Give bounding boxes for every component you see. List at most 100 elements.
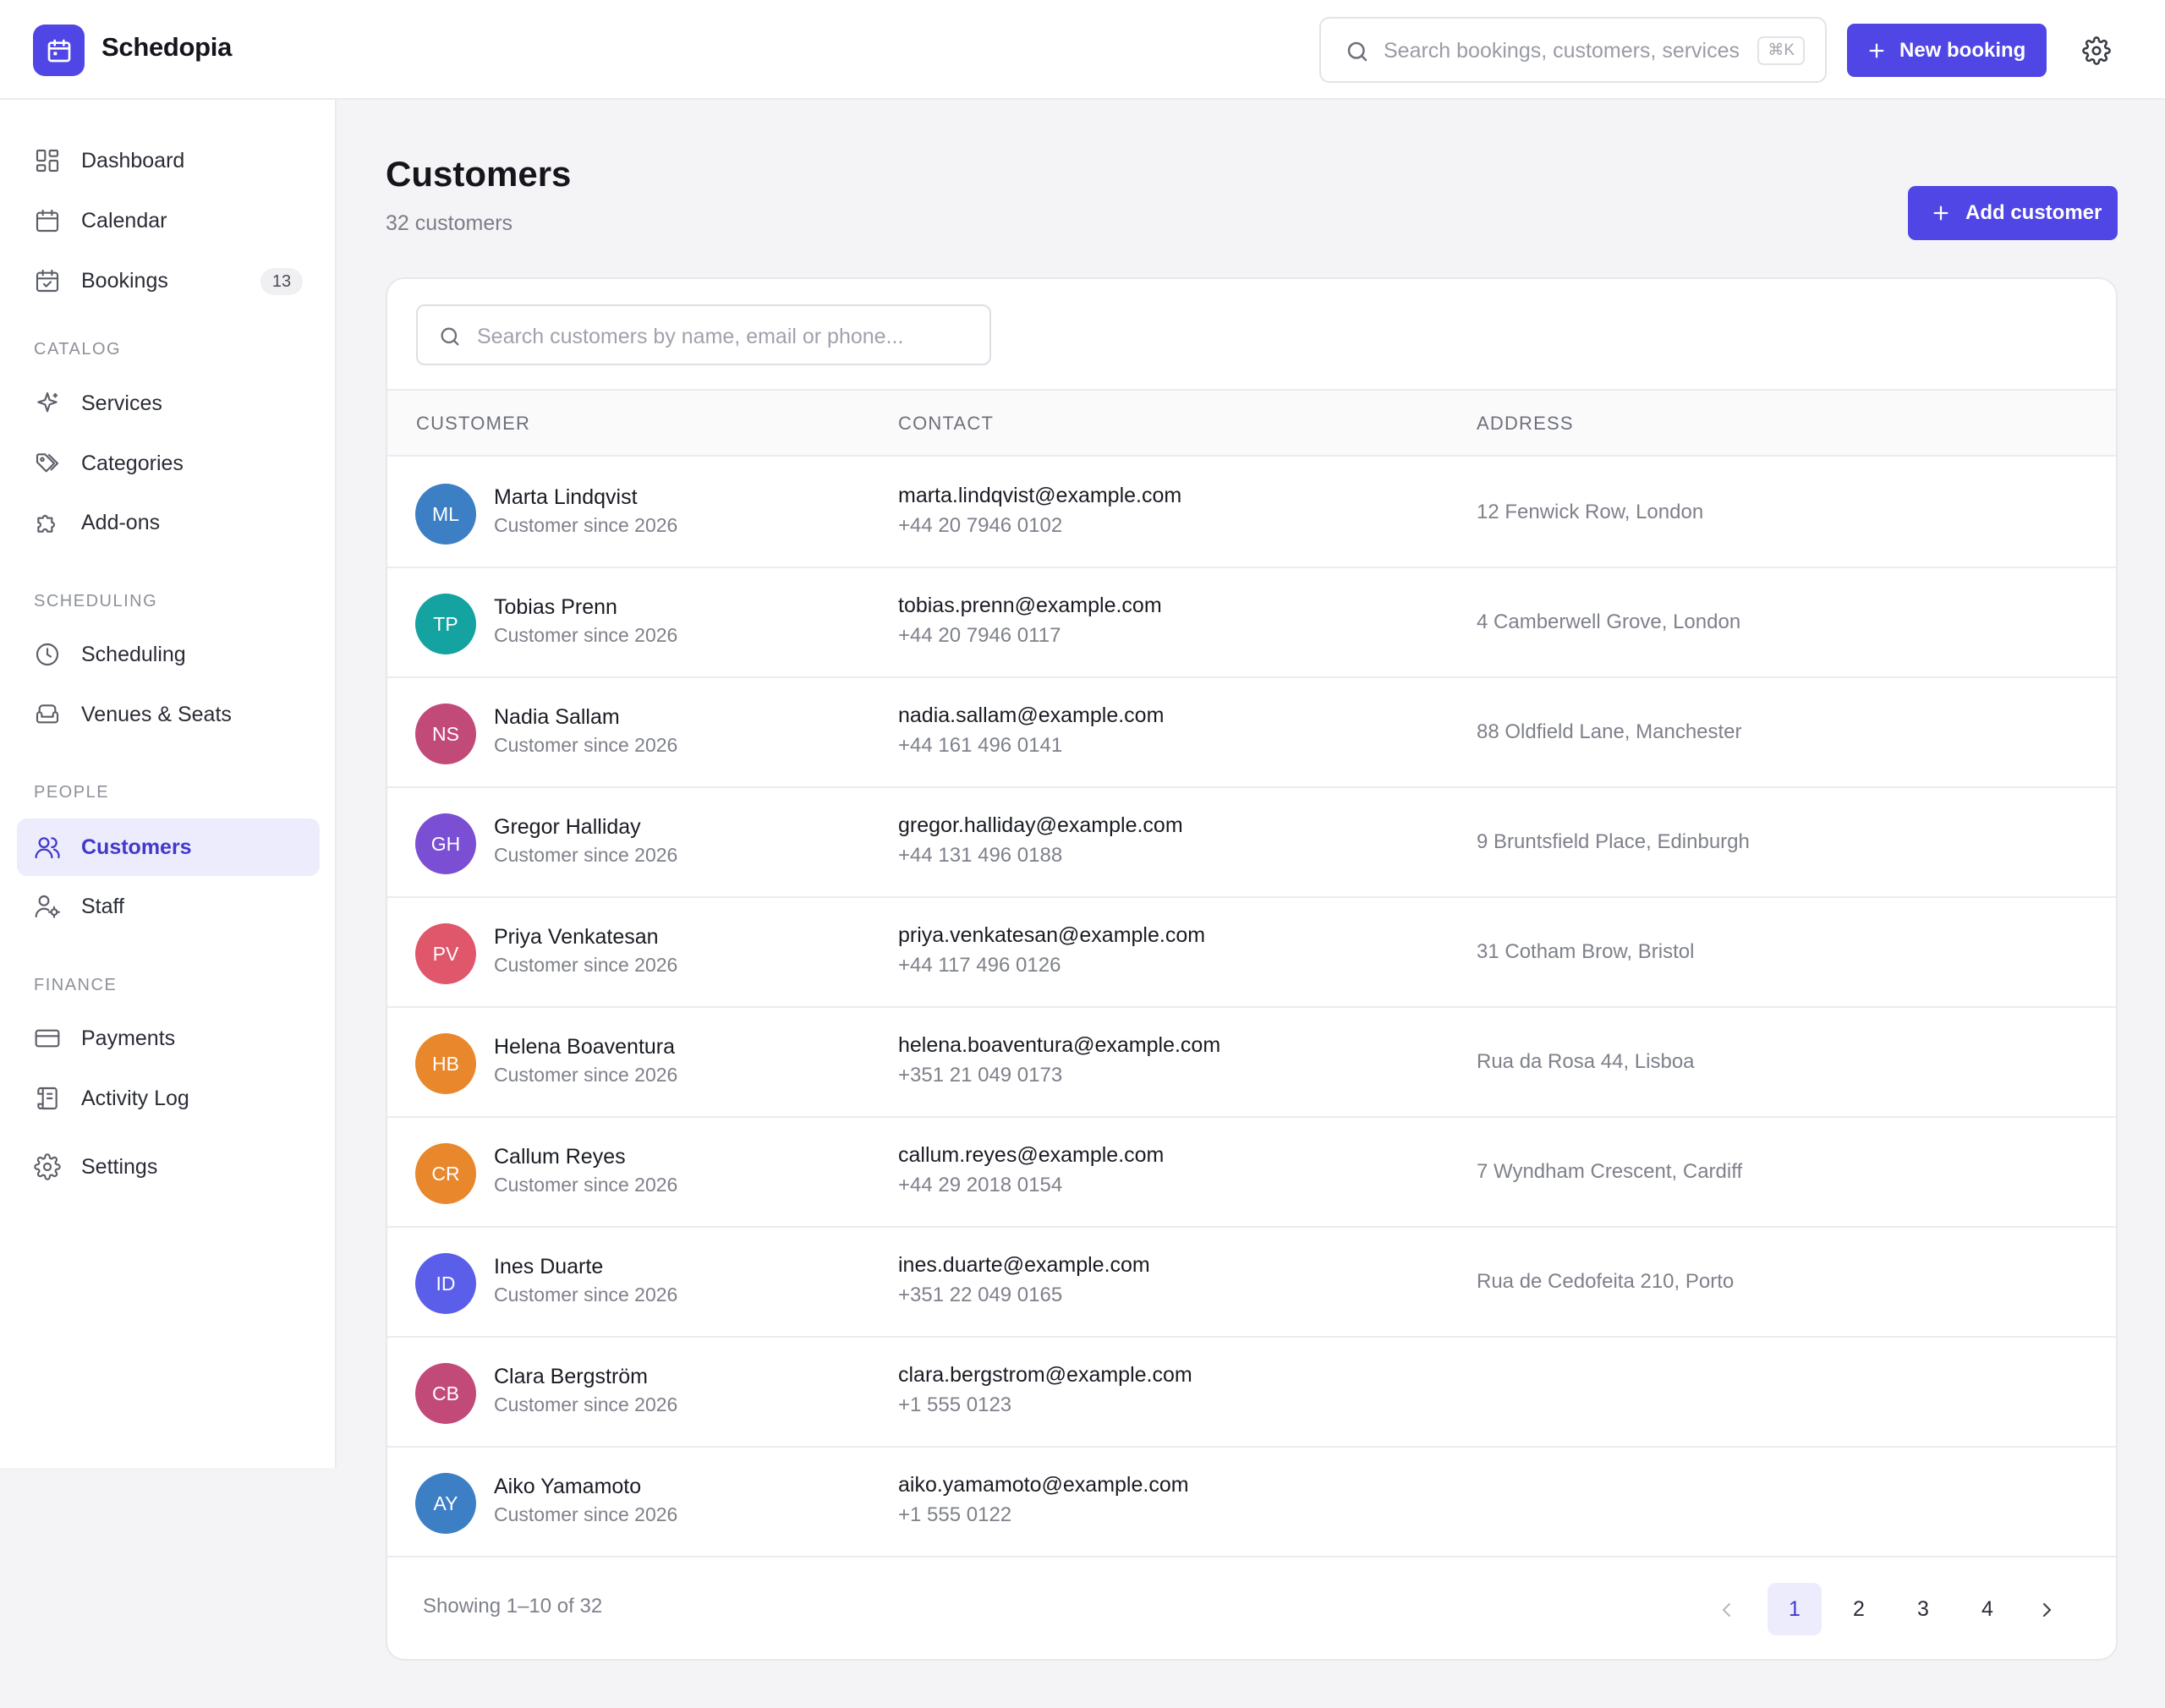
plus-icon	[1869, 43, 1884, 57]
sidebar-item-calendar[interactable]: Calendar	[17, 192, 320, 249]
customer-email[interactable]: tobias.prenn@example.com	[898, 594, 1162, 618]
customer-since: Customer since 2026	[494, 1064, 678, 1086]
customer-search-input[interactable]: Search customers by name, email or phone…	[416, 304, 991, 365]
customer-address: 9 Bruntsfield Place, Edinburgh	[1477, 830, 1750, 853]
table-row[interactable]: ML Marta Lindqvist Customer since 2026 mart…	[387, 458, 2116, 568]
sidebar-item-settings[interactable]: Settings	[17, 1138, 320, 1196]
sidebar-item-label: Payments	[81, 1026, 176, 1050]
gear-icon	[34, 1153, 61, 1180]
sidebar-item-payments[interactable]: Payments	[17, 1010, 320, 1067]
avatar: PV	[415, 923, 476, 984]
armchair-icon	[36, 704, 59, 724]
global-search-input[interactable]: Search bookings, customers, services ⌘K	[1319, 17, 1827, 83]
top-bar: Schedopia Search bookings, customers, se…	[0, 0, 2165, 100]
sidebar-item-scheduling[interactable]: Scheduling	[17, 626, 320, 683]
sidebar-item-customers[interactable]: Customers	[17, 818, 320, 876]
sidebar-item-label: Settings	[81, 1154, 158, 1179]
customer-since: Customer since 2026	[494, 1503, 678, 1525]
customer-name[interactable]: Ines Duarte	[494, 1255, 603, 1279]
table-header: CUSTOMER CONTACT ADDRESS	[387, 389, 2116, 457]
sidebar-item-services[interactable]: Services	[17, 375, 320, 432]
sidebar-item-venues-seats[interactable]: Venues & Seats	[17, 686, 320, 743]
chevron-left-icon[interactable]	[1717, 1600, 1737, 1620]
search-icon	[1347, 41, 1368, 62]
customer-email[interactable]: ines.duarte@example.com	[898, 1253, 1150, 1278]
table-row[interactable]: PV Priya Venkatesan Customer since 2026 pri…	[387, 898, 2116, 1008]
sidebar-item-label: Dashboard	[81, 148, 185, 172]
new-booking-button[interactable]: New booking	[1847, 24, 2047, 77]
sidebar-item-label: Activity Log	[81, 1086, 189, 1110]
customer-name[interactable]: Callum Reyes	[494, 1145, 626, 1169]
customer-name[interactable]: Helena Boaventura	[494, 1035, 675, 1059]
table-row[interactable]: AY Aiko Yamamoto Customer since 2026 aiko.y…	[387, 1448, 2116, 1557]
page-button-3[interactable]: 3	[1896, 1583, 1950, 1635]
customer-phone: +1 555 0122	[898, 1503, 1012, 1526]
sidebar-item-label: Services	[81, 391, 162, 415]
add-customer-button[interactable]: Add customer	[1908, 186, 2118, 240]
table-row[interactable]: NS Nadia Sallam Customer since 2026 nadia.s…	[387, 678, 2116, 788]
page-button-2[interactable]: 2	[1832, 1583, 1886, 1635]
sidebar-item-bookings[interactable]: Bookings 13	[17, 252, 320, 309]
bookings-icon	[36, 269, 59, 293]
table-row[interactable]: CB Clara Bergström Customer since 2026 clar…	[387, 1338, 2116, 1448]
table-row[interactable]: HB Helena Boaventura Customer since 2026 he…	[387, 1008, 2116, 1118]
customer-name[interactable]: Gregor Halliday	[494, 815, 641, 840]
sidebar-item-dashboard[interactable]: Dashboard	[17, 132, 320, 189]
customers-card: Search customers by name, email or phone…	[386, 277, 2118, 1661]
sidebar-item-label: Calendar	[81, 208, 167, 233]
avatar: ID	[415, 1253, 476, 1314]
table-row[interactable]: ID Ines Duarte Customer since 2026 ines.dua…	[387, 1228, 2116, 1338]
customer-email[interactable]: helena.boaventura@example.com	[898, 1033, 1220, 1058]
logo[interactable]	[33, 25, 85, 76]
customer-phone: +44 161 496 0141	[898, 734, 1063, 757]
page-button-4[interactable]: 4	[1960, 1583, 2014, 1635]
add-customer-label: Add customer	[1965, 201, 2102, 224]
customer-since: Customer since 2026	[494, 514, 678, 536]
sidebar-item-staff[interactable]: Staff	[17, 878, 320, 935]
table-row[interactable]: CR Callum Reyes Customer since 2026 callum.…	[387, 1118, 2116, 1228]
customer-since: Customer since 2026	[494, 844, 678, 866]
customer-name[interactable]: Aiko Yamamoto	[494, 1475, 641, 1499]
avatar: GH	[415, 813, 476, 874]
customer-name[interactable]: Marta Lindqvist	[494, 485, 638, 510]
customer-name[interactable]: Priya Venkatesan	[494, 925, 659, 950]
column-header-contact: CONTACT	[898, 413, 995, 434]
table-row[interactable]: TP Tobias Prenn Customer since 2026 tobias.…	[387, 568, 2116, 678]
customer-search-placeholder: Search customers by name, email or phone…	[477, 325, 904, 348]
sidebar-item-activity-log[interactable]: Activity Log	[17, 1070, 320, 1127]
customer-email[interactable]: gregor.halliday@example.com	[898, 813, 1183, 838]
settings-gear-icon[interactable]	[2082, 36, 2111, 65]
sidebar-item-add-ons[interactable]: Add-ons	[17, 494, 320, 551]
sidebar-item-label: Scheduling	[81, 642, 186, 666]
customer-email[interactable]: aiko.yamamoto@example.com	[898, 1473, 1189, 1497]
sidebar-item-categories[interactable]: Categories	[17, 435, 320, 492]
section-label-scheduling: SCHEDULING	[34, 592, 158, 610]
clock-icon	[36, 643, 59, 666]
table-row[interactable]: GH Gregor Halliday Customer since 2026 greg…	[387, 788, 2116, 898]
customer-email[interactable]: priya.venkatesan@example.com	[898, 923, 1205, 948]
customer-email[interactable]: nadia.sallam@example.com	[898, 703, 1164, 728]
customer-count: 32 customers	[386, 211, 513, 235]
customer-phone: +351 21 049 0173	[898, 1064, 1063, 1087]
customer-phone: +44 29 2018 0154	[898, 1174, 1063, 1196]
customer-email[interactable]: callum.reyes@example.com	[898, 1143, 1164, 1168]
customer-address: Rua da Rosa 44, Lisboa	[1477, 1050, 1695, 1073]
brand-name: Schedopia	[101, 32, 233, 62]
customer-name[interactable]: Clara Bergström	[494, 1365, 648, 1389]
dashboard-icon	[36, 149, 59, 172]
customer-name[interactable]: Nadia Sallam	[494, 705, 620, 730]
customer-email[interactable]: clara.bergstrom@example.com	[898, 1363, 1192, 1388]
page-button-1[interactable]: 1	[1768, 1583, 1822, 1635]
customer-address: 31 Cotham Brow, Bristol	[1477, 940, 1695, 963]
customer-address: 12 Fenwick Row, London	[1477, 501, 1704, 523]
customer-email[interactable]: marta.lindqvist@example.com	[898, 484, 1181, 508]
page-title: Customers	[386, 154, 572, 194]
chevron-right-icon[interactable]	[2036, 1600, 2057, 1620]
sidebar-item-label: Venues & Seats	[81, 702, 232, 726]
sidebar-item-label: Staff	[81, 894, 124, 918]
customer-name[interactable]: Tobias Prenn	[494, 595, 617, 620]
sidebar-item-label: Categories	[81, 451, 184, 475]
customer-address: 88 Oldfield Lane, Manchester	[1477, 720, 1742, 743]
customer-phone: +44 20 7946 0117	[898, 624, 1061, 647]
tags-icon	[36, 453, 59, 473]
